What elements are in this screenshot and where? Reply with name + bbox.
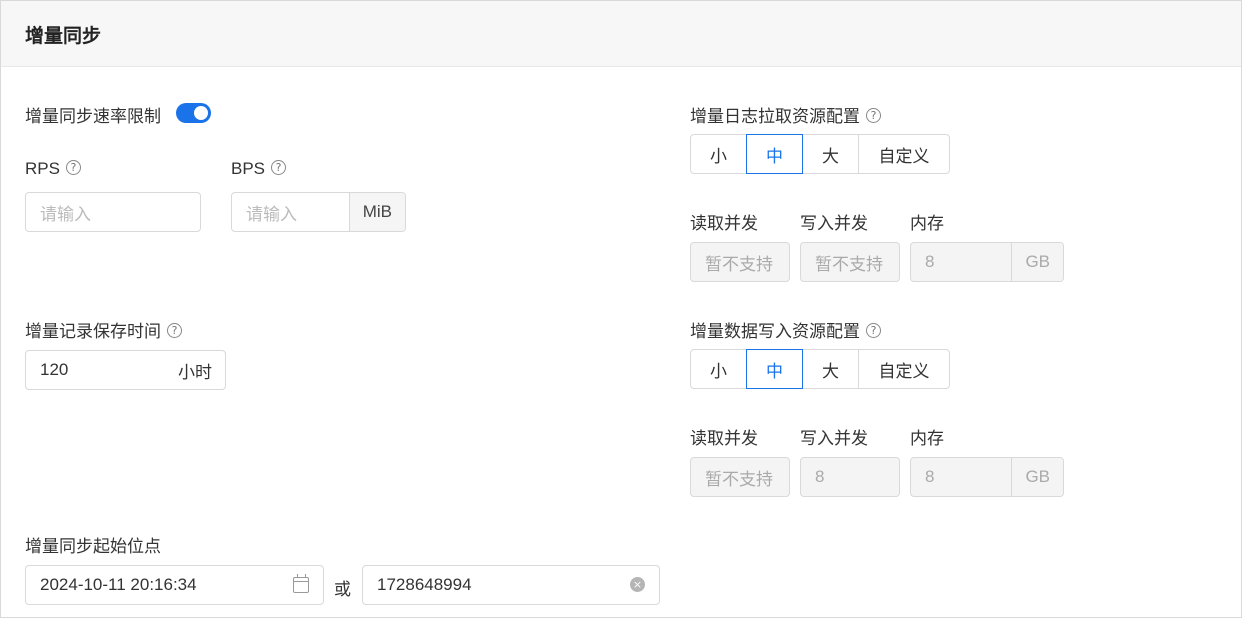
- write-write-concurrency-label: 写入并发: [800, 429, 868, 448]
- bps-placeholder: 请输入: [246, 204, 297, 224]
- data-write-label: 增量数据写入资源配置: [690, 322, 860, 341]
- bps-label-row: BPS?: [231, 159, 287, 179]
- bps-label: BPS: [231, 159, 266, 178]
- retention-input[interactable]: 120 小时: [25, 350, 226, 390]
- rps-label-row: RPS?: [25, 159, 81, 179]
- log-fetch-label: 增量日志拉取资源配置: [690, 107, 860, 126]
- help-icon[interactable]: ?: [866, 323, 881, 339]
- write-memory-value: 8: [925, 467, 935, 486]
- start-timestamp-input[interactable]: 1728648994 ×: [362, 565, 660, 605]
- help-icon[interactable]: ?: [866, 108, 881, 124]
- log-memory-unit: GB: [1011, 243, 1063, 281]
- log-write-concurrency-value: 暂不支持: [815, 254, 883, 274]
- retention-value: 120: [40, 360, 69, 379]
- log-memory-input: 8 GB: [910, 242, 1064, 282]
- data-write-label-row: 增量数据写入资源配置?: [690, 317, 881, 342]
- start-point-label: 增量同步起始位点: [25, 537, 161, 556]
- write-memory-label: 内存: [910, 429, 944, 448]
- size-option-medium[interactable]: 中: [746, 134, 803, 174]
- write-memory-input: 8 GB: [910, 457, 1064, 497]
- write-read-concurrency-input: 暂不支持: [690, 457, 790, 497]
- size-option-small[interactable]: 小: [690, 349, 747, 389]
- size-option-custom[interactable]: 自定义: [858, 349, 950, 389]
- retention-unit: 小时: [178, 362, 212, 382]
- log-memory-label: 内存: [910, 214, 944, 233]
- size-option-large[interactable]: 大: [802, 134, 859, 174]
- calendar-icon[interactable]: [293, 574, 309, 593]
- incremental-sync-panel: 增量同步 增量同步速率限制 RPS? 请输入 BPS? 请输入 MiB 增量记录…: [0, 0, 1242, 618]
- data-write-size-selector: 小 中 大 自定义: [690, 349, 950, 389]
- retention-label-row: 增量记录保存时间?: [25, 317, 182, 342]
- write-read-concurrency-value: 暂不支持: [705, 469, 773, 489]
- help-icon[interactable]: ?: [65, 160, 81, 176]
- toggle-knob: [194, 106, 208, 120]
- start-timestamp-value: 1728648994: [377, 575, 472, 594]
- log-read-concurrency-value: 暂不支持: [705, 254, 773, 274]
- rate-limit-label: 增量同步速率限制: [25, 107, 161, 126]
- help-icon[interactable]: ?: [167, 323, 182, 339]
- size-option-custom[interactable]: 自定义: [858, 134, 950, 174]
- size-option-small[interactable]: 小: [690, 134, 747, 174]
- log-read-concurrency-input: 暂不支持: [690, 242, 790, 282]
- bps-input[interactable]: 请输入 MiB: [231, 192, 406, 232]
- panel-title: 增量同步: [25, 26, 102, 47]
- write-memory-unit: GB: [1011, 458, 1063, 496]
- bps-unit: MiB: [348, 193, 405, 231]
- log-fetch-size-selector: 小 中 大 自定义: [690, 134, 950, 174]
- rate-limit-toggle[interactable]: [176, 103, 211, 123]
- retention-label: 增量记录保存时间: [25, 322, 161, 341]
- write-write-concurrency-value: 8: [815, 467, 825, 486]
- rps-placeholder: 请输入: [40, 204, 91, 224]
- clear-icon[interactable]: ×: [630, 577, 645, 592]
- size-option-large[interactable]: 大: [802, 349, 859, 389]
- log-write-concurrency-label: 写入并发: [800, 214, 868, 233]
- log-fetch-label-row: 增量日志拉取资源配置?: [690, 102, 881, 127]
- help-icon[interactable]: ?: [271, 160, 287, 176]
- start-datetime-value: 2024-10-11 20:16:34: [40, 575, 197, 594]
- size-option-medium[interactable]: 中: [746, 349, 803, 389]
- write-write-concurrency-input: 8: [800, 457, 900, 497]
- log-memory-value: 8: [925, 252, 935, 271]
- write-read-concurrency-label: 读取并发: [690, 429, 758, 448]
- rps-label: RPS: [25, 159, 60, 178]
- log-write-concurrency-input: 暂不支持: [800, 242, 900, 282]
- panel-header: 增量同步: [1, 1, 1241, 67]
- log-read-concurrency-label: 读取并发: [690, 214, 758, 233]
- or-label: 或: [334, 580, 351, 599]
- start-datetime-picker[interactable]: 2024-10-11 20:16:34: [25, 565, 324, 605]
- rps-input[interactable]: 请输入: [25, 192, 201, 232]
